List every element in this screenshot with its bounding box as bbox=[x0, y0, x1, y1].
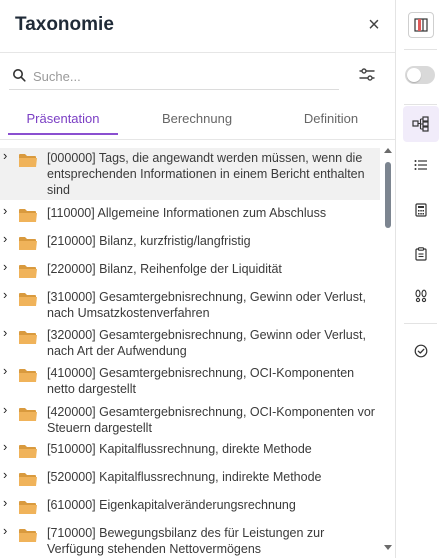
panel-header: Taxonomie × bbox=[0, 0, 395, 53]
search-input[interactable] bbox=[33, 65, 333, 87]
hierarchy-button[interactable] bbox=[403, 106, 439, 142]
scroll-down-arrow-icon[interactable] bbox=[384, 543, 392, 551]
right-tool-rail bbox=[397, 0, 444, 558]
calculator-icon bbox=[415, 203, 427, 217]
tree-item-label: [520000] Kapitalflussrechnung, indirekte… bbox=[47, 470, 322, 484]
scrollbar[interactable] bbox=[381, 141, 395, 558]
tree-item-label: [710000] Bewegungsbilanz des für Leistun… bbox=[47, 526, 325, 556]
chevron-right-icon[interactable]: › bbox=[3, 524, 13, 537]
folder-icon bbox=[19, 237, 37, 250]
folder-icon bbox=[19, 265, 37, 278]
footprints-button[interactable] bbox=[408, 283, 434, 309]
chevron-right-icon[interactable]: › bbox=[3, 496, 13, 509]
tree-item[interactable]: › [410000] Gesamtergebnisrechnung, OCI-K… bbox=[0, 363, 380, 399]
calculator-button[interactable] bbox=[408, 197, 434, 223]
tree-item-label: [110000] Allgemeine Informationen zum Ab… bbox=[47, 206, 327, 220]
tree-item[interactable]: › [420000] Gesamtergebnisrechnung, OCI-K… bbox=[0, 402, 380, 438]
taxonomy-tree: › [000000] Tags, die angewandt werden mü… bbox=[0, 141, 395, 558]
filter-settings-icon[interactable] bbox=[356, 64, 378, 86]
chevron-right-icon[interactable]: › bbox=[3, 149, 13, 162]
columns-button[interactable] bbox=[408, 12, 434, 38]
tree-item[interactable]: › [110000] Allgemeine Informationen zum … bbox=[0, 203, 380, 227]
hierarchy-icon bbox=[412, 116, 429, 132]
tree-item[interactable]: › [610000] Eigenkapitalveränderungsrechn… bbox=[0, 495, 380, 519]
toggle-switch[interactable] bbox=[405, 66, 435, 84]
chevron-right-icon[interactable]: › bbox=[3, 440, 13, 453]
scrollbar-thumb[interactable] bbox=[385, 162, 391, 228]
tree-item[interactable]: › [220000] Bilanz, Reihenfolge der Liqui… bbox=[0, 259, 380, 283]
folder-icon bbox=[19, 154, 37, 167]
tree-item-label: [000000] Tags, die angewandt werden müss… bbox=[47, 151, 365, 197]
tree-item[interactable]: › [520000] Kapitalflussrechnung, indirek… bbox=[0, 467, 380, 491]
tree-item-label: [510000] Kapitalflussrechnung, direkte M… bbox=[47, 442, 312, 456]
folder-icon bbox=[19, 408, 37, 421]
folder-icon bbox=[19, 473, 37, 486]
tab-definition[interactable]: Definition bbox=[276, 100, 386, 135]
tree-item-label: [410000] Gesamtergebnisrechnung, OCI-Kom… bbox=[47, 366, 355, 396]
tab-bar: Präsentation Berechnung Definition bbox=[0, 100, 395, 140]
tree-item-label: [210000] Bilanz, kurzfristig/langfristig bbox=[47, 234, 251, 248]
tree-item-label: [320000] Gesamtergebnisrechnung, Gewinn … bbox=[47, 328, 366, 358]
chevron-right-icon[interactable]: › bbox=[3, 326, 13, 339]
folder-icon bbox=[19, 529, 37, 542]
list-icon bbox=[414, 160, 427, 170]
close-button[interactable]: × bbox=[363, 13, 385, 37]
chevron-right-icon[interactable]: › bbox=[3, 232, 13, 245]
chevron-right-icon[interactable]: › bbox=[3, 204, 13, 217]
toggle-knob bbox=[407, 68, 421, 82]
tree-item[interactable]: › [210000] Bilanz, kurzfristig/langfrist… bbox=[0, 231, 380, 255]
folder-icon bbox=[19, 331, 37, 344]
tab-berechnung[interactable]: Berechnung bbox=[142, 100, 252, 135]
check-circle-icon bbox=[414, 344, 428, 358]
rail-divider bbox=[404, 49, 437, 50]
tree-item[interactable]: › [710000] Bewegungsbilanz des für Leist… bbox=[0, 523, 380, 558]
tree-item-label: [420000] Gesamtergebnisrechnung, OCI-Kom… bbox=[47, 405, 375, 435]
rail-divider bbox=[404, 323, 437, 324]
list-button[interactable] bbox=[408, 152, 434, 178]
search-icon bbox=[13, 69, 26, 82]
footprints-icon bbox=[415, 289, 427, 303]
chevron-right-icon[interactable]: › bbox=[3, 403, 13, 416]
clipboard-button[interactable] bbox=[408, 241, 434, 267]
folder-icon bbox=[19, 501, 37, 514]
tree-item-label: [310000] Gesamtergebnisrechnung, Gewinn … bbox=[47, 290, 366, 320]
chevron-right-icon[interactable]: › bbox=[3, 468, 13, 481]
tab-praesentation[interactable]: Präsentation bbox=[8, 100, 118, 135]
chevron-right-icon[interactable]: › bbox=[3, 288, 13, 301]
search-row bbox=[0, 53, 395, 98]
panel-title: Taxonomie bbox=[15, 14, 114, 35]
tree-item-label: [610000] Eigenkapitalveränderungsrechnun… bbox=[47, 498, 296, 512]
search-box bbox=[9, 63, 339, 90]
rail-divider bbox=[404, 104, 437, 105]
folder-icon bbox=[19, 209, 37, 222]
tree-item[interactable]: › [000000] Tags, die angewandt werden mü… bbox=[0, 148, 380, 200]
tree-item-label: [220000] Bilanz, Reihenfolge der Liquidi… bbox=[47, 262, 282, 276]
tree-item[interactable]: › [310000] Gesamtergebnisrechnung, Gewin… bbox=[0, 287, 380, 323]
clipboard-icon bbox=[415, 247, 427, 261]
tree-item[interactable]: › [510000] Kapitalflussrechnung, direkte… bbox=[0, 439, 380, 463]
chevron-right-icon[interactable]: › bbox=[3, 364, 13, 377]
chevron-right-icon[interactable]: › bbox=[3, 260, 13, 273]
folder-icon bbox=[19, 445, 37, 458]
folder-icon bbox=[19, 293, 37, 306]
scroll-up-arrow-icon[interactable] bbox=[384, 147, 392, 155]
taxonomy-panel: Taxonomie × Präsentation Berechnung Defi… bbox=[0, 0, 396, 558]
check-button[interactable] bbox=[408, 338, 434, 364]
tree-item[interactable]: › [320000] Gesamtergebnisrechnung, Gewin… bbox=[0, 325, 380, 361]
columns-icon bbox=[414, 18, 428, 32]
folder-icon bbox=[19, 369, 37, 382]
